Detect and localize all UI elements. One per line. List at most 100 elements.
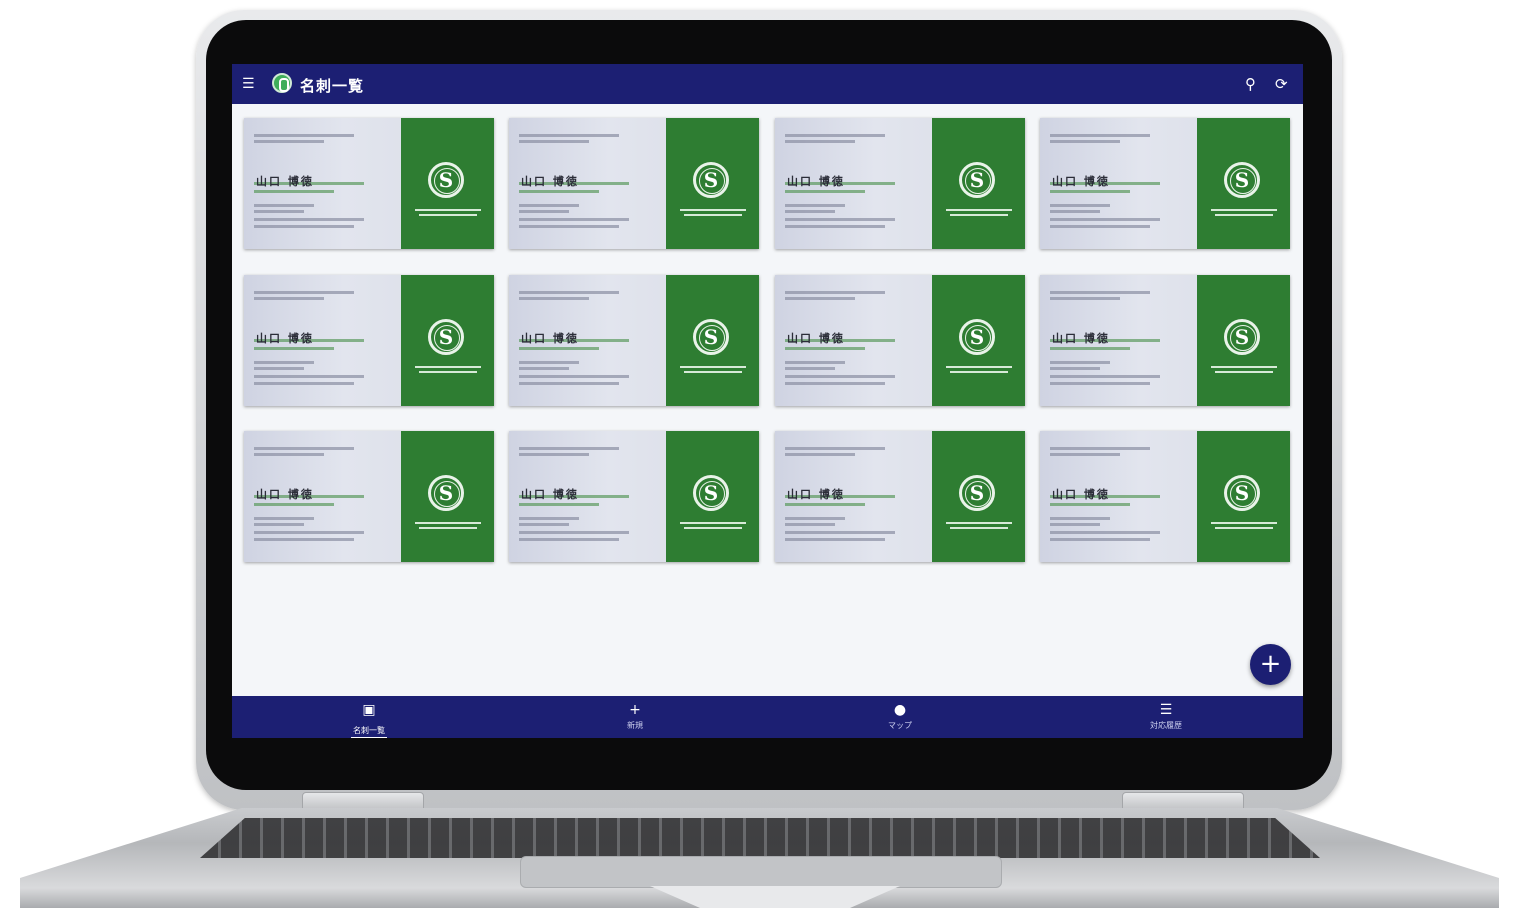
card-text-line: [254, 382, 354, 385]
brand-tagline-line: [946, 366, 1012, 368]
tab-label: 対応履歴: [1150, 721, 1182, 730]
brand-tagline-line: [419, 527, 477, 529]
business-card[interactable]: 山口 博徳 S: [244, 275, 494, 406]
company-emblem-icon: S: [693, 319, 729, 355]
brand-tagline-line: [1211, 522, 1277, 524]
brand-tagline-line: [419, 214, 477, 216]
brand-tagline-line: [684, 527, 742, 529]
card-person-name: 山口 博徳: [1052, 488, 1110, 501]
card-text-line: [254, 347, 334, 350]
card-text-line: [254, 517, 314, 520]
card-text-line: [785, 447, 885, 450]
refresh-icon[interactable]: ⟳: [1275, 75, 1288, 93]
brand-tagline-line: [684, 214, 742, 216]
brand-tagline-line: [950, 371, 1008, 373]
card-text-line: [1050, 361, 1110, 364]
card-text-line: [785, 382, 885, 385]
company-emblem-icon: S: [428, 162, 464, 198]
business-card[interactable]: 山口 博徳 S: [1040, 118, 1290, 249]
card-text-line: [785, 134, 885, 137]
card-text-line: [1050, 367, 1100, 370]
card-text-line: [519, 382, 619, 385]
card-text-line: [519, 453, 589, 456]
business-card[interactable]: 山口 博徳 S: [244, 118, 494, 249]
card-text-line: [254, 538, 354, 541]
card-text-line: [785, 225, 885, 228]
card-text-line: [785, 190, 865, 193]
business-card[interactable]: 山口 博徳 S: [1040, 431, 1290, 562]
card-brand-panel: S: [932, 431, 1025, 562]
card-text-line: [785, 375, 895, 378]
business-card[interactable]: 山口 博徳 S: [244, 431, 494, 562]
app-logo: [272, 73, 292, 93]
business-card[interactable]: 山口 博徳 S: [509, 275, 759, 406]
card-text-line: [519, 190, 599, 193]
business-card[interactable]: 山口 博徳 S: [775, 431, 1025, 562]
add-card-fab[interactable]: +: [1250, 644, 1291, 685]
card-text-line: [519, 140, 589, 143]
brand-tagline-line: [680, 209, 746, 211]
card-list-icon: ▣: [362, 702, 376, 718]
card-text-line: [519, 218, 629, 221]
brand-tagline-line: [1211, 366, 1277, 368]
card-text-line: [1050, 140, 1120, 143]
card-person-name: 山口 博徳: [256, 175, 314, 188]
card-text-line: [519, 531, 629, 534]
card-brand-panel: S: [666, 118, 759, 249]
business-card[interactable]: 山口 博徳 S: [1040, 275, 1290, 406]
company-emblem-icon: S: [1224, 162, 1260, 198]
card-brand-panel: S: [666, 275, 759, 406]
card-text-line: [519, 210, 569, 213]
card-text-line: [519, 291, 619, 294]
card-text-line: [785, 367, 835, 370]
search-icon[interactable]: ⚲: [1245, 75, 1256, 93]
bottom-navigation: ▣ 名刺一覧 + 新規 ● マップ ☰ 対応履歴: [232, 696, 1303, 738]
card-text-line: [785, 210, 835, 213]
tab-new[interactable]: + 新規: [575, 702, 695, 732]
tab-map[interactable]: ● マップ: [840, 702, 960, 732]
brand-tagline-line: [946, 522, 1012, 524]
tab-history[interactable]: ☰ 対応履歴: [1106, 702, 1226, 732]
page-title: 名刺一覧: [300, 77, 365, 95]
card-text-line: [254, 225, 354, 228]
card-text-line: [254, 531, 364, 534]
business-card[interactable]: 山口 博徳 S: [509, 118, 759, 249]
card-text-line: [254, 297, 324, 300]
card-text-line: [1050, 531, 1160, 534]
brand-tagline-line: [415, 209, 481, 211]
card-text-line: [519, 367, 569, 370]
card-text-line: [785, 531, 895, 534]
company-emblem-icon: S: [693, 475, 729, 511]
card-text-line: [785, 503, 865, 506]
laptop-keyboard: [200, 818, 1320, 858]
card-text-line: [254, 190, 334, 193]
card-text-line: [519, 503, 599, 506]
list-icon: ☰: [1159, 702, 1173, 718]
tab-card-list[interactable]: ▣ 名刺一覧: [309, 702, 429, 738]
card-text-line: [519, 225, 619, 228]
card-text-line: [1050, 503, 1130, 506]
card-text-line: [519, 204, 579, 207]
card-brand-panel: S: [1197, 431, 1290, 562]
business-card[interactable]: 山口 博徳 S: [509, 431, 759, 562]
card-text-line: [785, 291, 885, 294]
card-person-name: 山口 博徳: [1052, 175, 1110, 188]
card-text-line: [519, 447, 619, 450]
tab-label: 名刺一覧: [351, 725, 387, 738]
brand-tagline-line: [950, 527, 1008, 529]
brand-tagline-line: [680, 522, 746, 524]
card-text-line: [785, 517, 845, 520]
card-text-line: [1050, 523, 1100, 526]
brand-tagline-line: [684, 371, 742, 373]
sort-menu-icon[interactable]: ☰: [242, 76, 258, 92]
brand-tagline-line: [419, 371, 477, 373]
card-person-name: 山口 博徳: [521, 488, 579, 501]
brand-tagline-line: [415, 522, 481, 524]
business-card[interactable]: 山口 博徳 S: [775, 118, 1025, 249]
brand-tagline-line: [1215, 214, 1273, 216]
business-card[interactable]: 山口 博徳 S: [775, 275, 1025, 406]
card-text-line: [254, 453, 324, 456]
card-text-line: [785, 297, 855, 300]
company-emblem-icon: S: [1224, 319, 1260, 355]
card-person-name: 山口 博徳: [521, 332, 579, 345]
